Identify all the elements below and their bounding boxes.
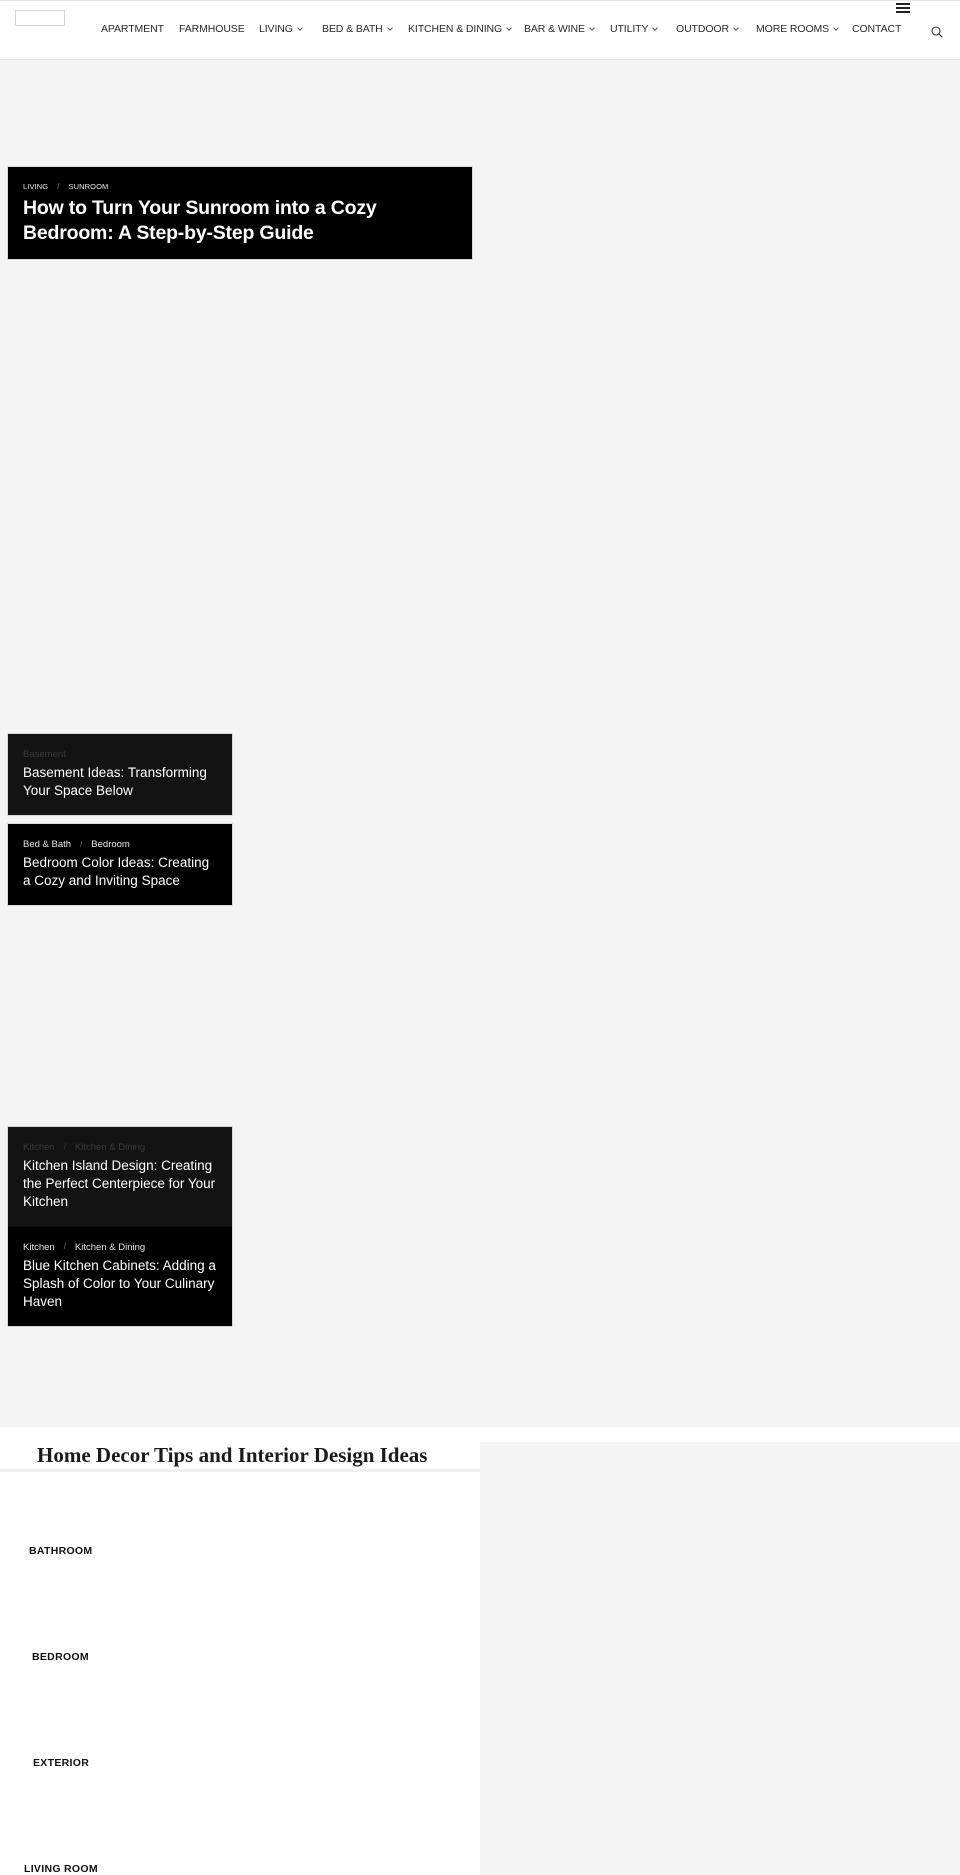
post-categories: Basement: [23, 749, 217, 760]
chevron-down-icon: [733, 25, 739, 31]
main-nav: APARTMENT FARMHOUSE LIVING BED & BATH KI…: [0, 23, 960, 39]
category-link[interactable]: LIVING: [23, 182, 48, 191]
post-categories: Kitchen / Kitchen & Dining: [23, 1242, 217, 1253]
nav-label: APARTMENT: [101, 23, 164, 35]
category-bedroom[interactable]: BEDROOM: [32, 1651, 89, 1663]
nav-label: LIVING: [259, 23, 293, 35]
post-title[interactable]: Basement Ideas: Transforming Your Space …: [23, 764, 217, 800]
nav-item-outdoor[interactable]: OUTDOOR: [676, 23, 739, 35]
post-title[interactable]: Kitchen Island Design: Creating the Perf…: [23, 1157, 217, 1211]
featured-post-card[interactable]: LIVING / SUNROOM How to Turn Your Sunroo…: [7, 166, 473, 260]
category-link[interactable]: Basement: [23, 749, 66, 760]
nav-item-utility[interactable]: UTILITY: [610, 23, 659, 35]
post-categories: Bed & Bath / Bedroom: [23, 839, 217, 850]
post-stack: Kitchen / Kitchen & Dining Kitchen Islan…: [7, 1126, 233, 1327]
category-link[interactable]: SUNROOM: [69, 182, 109, 191]
nav-label: KITCHEN & DINING: [408, 23, 503, 35]
nav-item-bar-wine[interactable]: BAR & WINE: [524, 23, 595, 35]
category-separator: /: [63, 1142, 66, 1151]
category-link[interactable]: Kitchen & Dining: [75, 1142, 145, 1153]
post-title[interactable]: Bedroom Color Ideas: Creating a Cozy and…: [23, 854, 217, 890]
post-title[interactable]: How to Turn Your Sunroom into a Cozy Bed…: [23, 196, 457, 246]
category-link[interactable]: Kitchen: [23, 1142, 55, 1153]
section-divider: [0, 1469, 480, 1472]
chevron-down-icon: [589, 25, 595, 31]
chevron-down-icon: [833, 25, 839, 31]
nav-item-contact[interactable]: CONTACT: [852, 23, 901, 35]
post-title[interactable]: Blue Kitchen Cabinets: Adding a Splash o…: [23, 1257, 217, 1311]
post-categories: LIVING / SUNROOM: [23, 182, 457, 191]
post-card[interactable]: Kitchen / Kitchen & Dining Blue Kitchen …: [8, 1227, 232, 1326]
chevron-down-icon: [506, 25, 512, 31]
category-link[interactable]: Bed & Bath: [23, 839, 71, 850]
category-bathroom[interactable]: BATHROOM: [29, 1545, 92, 1557]
category-link[interactable]: Kitchen: [23, 1242, 55, 1253]
category-exterior[interactable]: EXTERIOR: [33, 1757, 89, 1769]
chevron-down-icon: [652, 25, 659, 31]
category-link[interactable]: Kitchen & Dining: [75, 1242, 145, 1253]
category-separator: /: [63, 1242, 66, 1251]
chevron-down-icon: [296, 25, 303, 31]
nav-label: BAR & WINE: [524, 23, 585, 35]
category-separator: /: [80, 840, 83, 849]
post-card[interactable]: Basement Basement Ideas: Transforming Yo…: [7, 733, 233, 816]
nav-label: FARMHOUSE: [179, 23, 245, 35]
nav-item-more-rooms[interactable]: MORE ROOMS: [756, 23, 839, 35]
category-separator: /: [57, 182, 60, 191]
nav-label: CONTACT: [852, 23, 902, 35]
nav-label: UTILITY: [610, 23, 649, 35]
nav-label: MORE ROOMS: [756, 23, 830, 35]
nav-item-apartment[interactable]: APARTMENT: [101, 23, 164, 35]
nav-item-farmhouse[interactable]: FARMHOUSE: [179, 23, 245, 35]
nav-item-living[interactable]: LIVING: [259, 23, 303, 35]
section-title: Home Decor Tips and Interior Design Idea…: [37, 1443, 428, 1467]
sidebar-panel: [480, 1442, 960, 1875]
post-card[interactable]: Bed & Bath / Bedroom Bedroom Color Ideas…: [7, 823, 233, 906]
nav-item-kitchen-dining[interactable]: KITCHEN & DINING: [408, 23, 512, 35]
site-header: APARTMENT FARMHOUSE LIVING BED & BATH KI…: [0, 0, 960, 60]
post-card[interactable]: Kitchen / Kitchen & Dining Kitchen Islan…: [8, 1127, 232, 1227]
category-link[interactable]: Bedroom: [91, 839, 130, 850]
nav-item-bed-bath[interactable]: BED & BATH: [322, 23, 393, 35]
nav-label: OUTDOOR: [676, 23, 729, 35]
hamburger-icon[interactable]: [896, 3, 910, 13]
post-categories: Kitchen / Kitchen & Dining: [23, 1142, 217, 1153]
category-living-room[interactable]: LIVING ROOM: [24, 1863, 98, 1875]
chevron-down-icon: [386, 25, 393, 31]
nav-label: BED & BATH: [322, 23, 383, 35]
search-icon[interactable]: [931, 25, 943, 38]
